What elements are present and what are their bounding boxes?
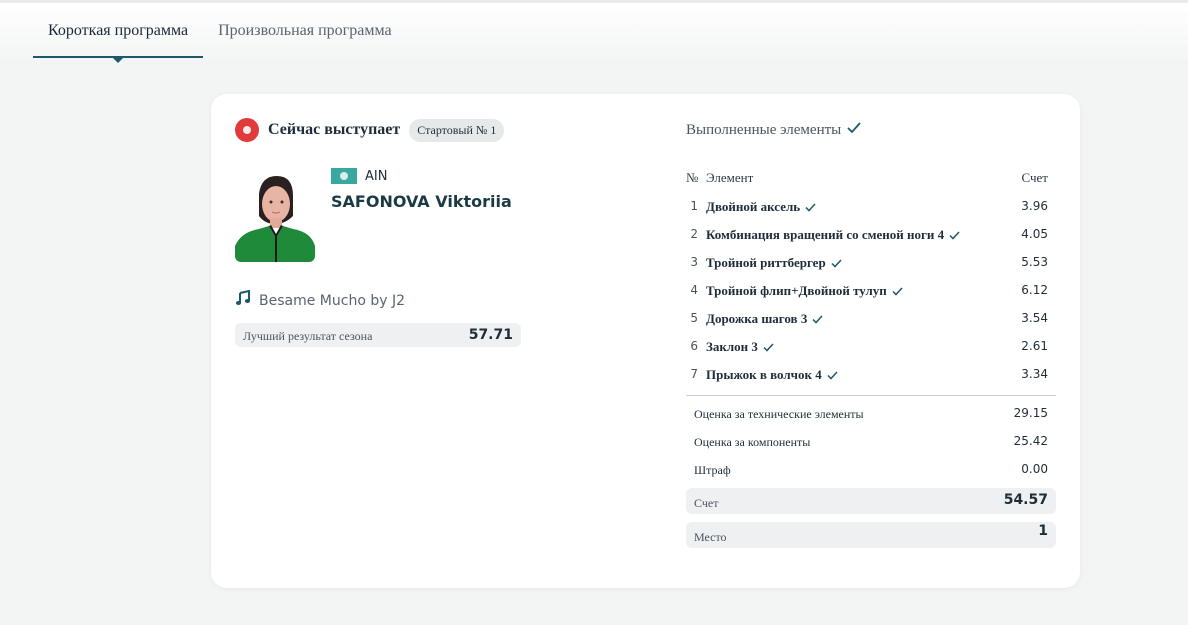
tab-free-program-label: Произвольная программа [218,22,392,39]
element-score: 2.61 [1021,339,1048,353]
column-no: № [686,170,699,185]
elements-header: Выполненные элементы [686,122,861,139]
element-name: Дорожка шагов 3 [706,311,823,327]
country-code: AIN [365,168,388,184]
tab-free-program[interactable]: Произвольная программа [203,3,406,56]
check-icon [763,342,774,352]
music-info: Besame Mucho by J2 [235,289,405,311]
element-row: 5 Дорожка шагов 3 3.54 [686,310,1056,330]
music-note-icon [235,289,251,311]
element-row: 4 Тройной флип+Двойной тулуп 6.12 [686,282,1056,302]
element-name: Тройной флип+Двойной тулуп [706,283,903,299]
element-name-text: Дорожка шагов 3 [706,311,808,326]
element-number: 1 [690,199,698,213]
total-score-box: Счет 54.57 [686,488,1056,514]
element-row: 7 Прыжок в волчок 4 3.34 [686,366,1056,386]
place-label: Место [694,530,727,544]
elements-title: Выполненные элементы [686,122,842,138]
element-name-text: Тройной флип+Двойной тулуп [706,283,887,298]
program-tabs: Короткая программа Произвольная программ… [33,3,407,63]
components-score-label: Оценка за компоненты [694,435,811,449]
penalty-value: 0.00 [1021,462,1048,476]
technical-score-label: Оценка за технические элементы [694,407,864,421]
check-icon [805,202,816,212]
element-score: 3.54 [1021,311,1048,325]
element-score: 3.34 [1021,367,1048,381]
element-name-text: Тройной риттбергер [706,255,826,270]
total-score-label: Счет [694,496,719,510]
active-tab-caret-icon [113,58,124,63]
check-icon [827,370,838,380]
penalty-label: Штраф [694,463,731,477]
column-score: Счет [1021,170,1049,185]
music-title: Besame Mucho by J2 [259,292,405,309]
element-row: 1 Двойной аксель 3.96 [686,198,1056,218]
components-score-value: 25.42 [1013,434,1048,448]
place-box: Место 1 [686,522,1056,548]
place-value: 1 [1038,523,1048,539]
tab-bar: Короткая программа Произвольная программ… [0,3,1188,63]
live-record-icon [235,118,259,142]
country-flag-icon [331,168,357,184]
athlete-photo [235,172,315,262]
element-name-text: Комбинация вращений со сменой ноги 4 [706,227,945,242]
season-best-label: Лучший результат сезона [243,329,373,343]
total-score-value: 54.57 [1003,492,1048,508]
season-best-value: 57.71 [468,327,513,343]
element-name-text: Двойной аксель [706,199,801,214]
element-name: Двойной аксель [706,199,816,215]
check-icon [841,122,861,139]
technical-score-value: 29.15 [1013,406,1048,420]
element-name: Тройной риттбергер [706,255,842,271]
element-score: 6.12 [1021,283,1048,297]
components-score-row: Оценка за компоненты 25.42 [694,433,1048,453]
element-score: 5.53 [1021,255,1048,269]
element-score: 4.05 [1021,227,1048,241]
element-name-text: Прыжок в волчок 4 [706,367,822,382]
athlete-name: SAFONOVA Viktoriia [331,192,512,211]
summary-divider [686,395,1056,396]
element-row: 3 Тройной риттбергер 5.53 [686,254,1056,274]
element-number: 4 [690,283,698,297]
check-icon [892,286,903,296]
start-number-badge: Стартовый № 1 [409,118,505,142]
check-icon [831,258,842,268]
penalty-row: Штраф 0.00 [694,461,1048,481]
element-number: 3 [690,255,698,269]
element-number: 7 [690,367,698,381]
element-row: 2 Комбинация вращений со сменой ноги 4 4… [686,226,1056,246]
technical-score-row: Оценка за технические элементы 29.15 [694,405,1048,425]
element-number: 6 [690,339,698,353]
element-name: Комбинация вращений со сменой ноги 4 [706,227,960,243]
check-icon [812,314,823,324]
element-name: Прыжок в волчок 4 [706,367,838,383]
tab-short-program-label: Короткая программа [48,22,189,39]
now-performing-header: Сейчас выступает Стартовый № 1 [235,118,505,142]
athlete-country: AIN [331,168,387,184]
performance-card: Сейчас выступает Стартовый № 1 AIN SAFON… [211,94,1080,588]
element-number: 5 [690,311,698,325]
element-name: Заклон 3 [706,339,774,355]
element-score: 3.96 [1021,199,1048,213]
column-element: Элемент [706,170,754,185]
tab-short-program[interactable]: Короткая программа [33,3,204,63]
season-best-box: Лучший результат сезона 57.71 [235,323,521,347]
now-performing-title: Сейчас выступает [268,121,401,138]
element-row: 6 Заклон 3 2.61 [686,338,1056,358]
element-name-text: Заклон 3 [706,339,758,354]
element-number: 2 [690,227,698,241]
check-icon [949,230,960,240]
